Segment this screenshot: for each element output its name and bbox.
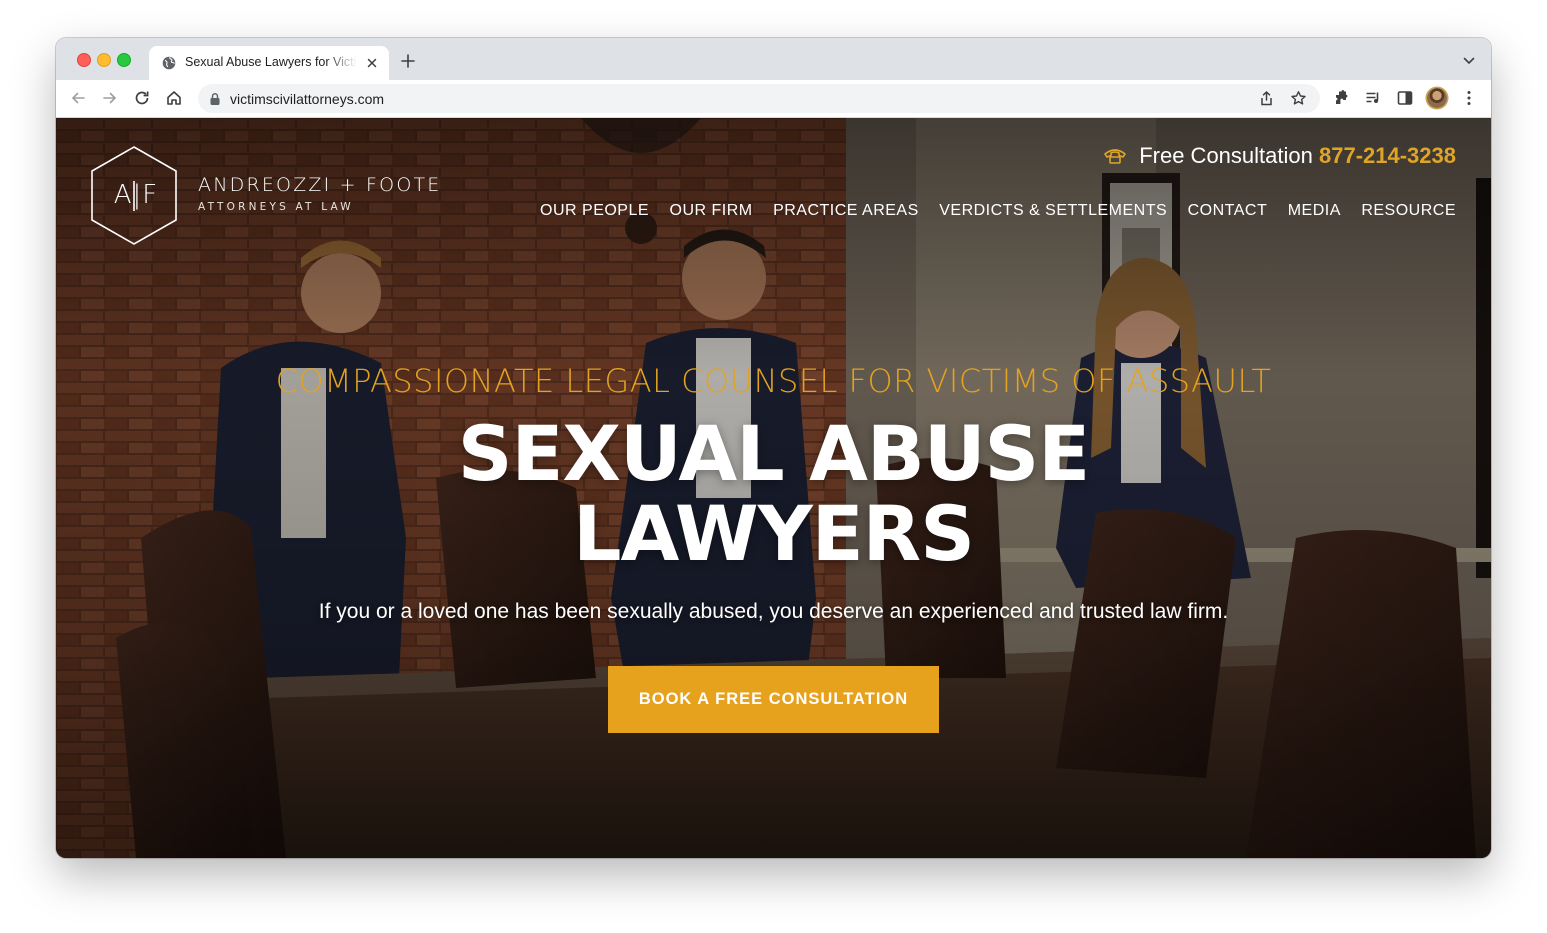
extensions-icon[interactable] [1332,89,1350,107]
side-panel-icon[interactable] [1396,89,1414,107]
consultation-label: Free Consultation [1139,143,1313,168]
consultation-phone-link[interactable]: 877-214-3238 [1319,143,1456,168]
firm-tagline: ATTORNEYS AT LAW [198,201,354,213]
tab-strip: Sexual Abuse Lawyers for Victims of Assa… [56,38,1491,80]
profile-avatar[interactable] [1427,88,1447,108]
home-icon[interactable] [165,89,183,107]
nav-our-firm[interactable]: OUR FIRM [670,202,753,220]
reload-icon[interactable] [133,89,151,107]
tab-title: Sexual Abuse Lawyers for Victims of Assa… [185,55,357,69]
address-bar[interactable]: victimscivilattorneys.com [198,84,1320,113]
firm-name[interactable]: ANDREOZZI + FOOTE [198,174,442,196]
forward-icon[interactable] [101,89,119,107]
hero-subtext: If you or a loved one has been sexually … [318,600,1229,623]
share-icon[interactable] [1258,90,1275,107]
hero-eyebrow: COMPASSIONATE LEGAL COUNSEL FOR VICTIMS … [275,362,1272,400]
nav-resource[interactable]: RESOURCE [1361,202,1456,220]
main-nav: OUR PEOPLE OUR FIRM PRACTICE AREAS VERDI… [524,202,1456,220]
headline-line-2: LAWYERS [573,489,975,578]
media-icon[interactable] [1364,89,1382,107]
close-icon[interactable] [366,57,378,69]
phone-icon [1104,149,1127,164]
book-consultation-button[interactable]: BOOK A FREE CONSULTATION [608,666,939,733]
nav-verdicts-settlements[interactable]: VERDICTS & SETTLEMENTS [939,202,1167,220]
star-icon[interactable] [1290,90,1307,107]
hero-headline: SEXUAL ABUSE LAWYERS [56,414,1491,574]
globe-icon [162,56,176,70]
lock-icon[interactable] [209,92,221,106]
back-icon[interactable] [69,89,87,107]
plus-icon[interactable] [401,54,415,68]
minimize-window-button[interactable] [97,53,111,67]
browser-window: Sexual Abuse Lawyers for Victims of Assa… [56,38,1491,858]
logo-letters: A|F [113,180,159,210]
browser-tab[interactable]: Sexual Abuse Lawyers for Victims of Assa… [149,46,389,80]
nav-contact[interactable]: CONTACT [1188,202,1268,220]
nav-practice-areas[interactable]: PRACTICE AREAS [773,202,919,220]
nav-our-people[interactable]: OUR PEOPLE [540,202,649,220]
url-text: victimscivilattorneys.com [230,91,385,107]
browser-toolbar: victimscivilattorneys.com [56,80,1491,118]
headline-line-1: SEXUAL ABUSE [457,409,1090,498]
header-consultation: Free Consultation 877-214-3238 [1103,143,1456,173]
kebab-menu-icon[interactable] [1460,89,1478,107]
close-window-button[interactable] [77,53,91,67]
page-viewport: A|F ANDREOZZI + FOOTE ATTORNEYS AT LAW F… [56,118,1491,858]
zoom-window-button[interactable] [117,53,131,67]
chevron-down-icon[interactable] [1463,57,1475,65]
nav-media[interactable]: MEDIA [1288,202,1341,220]
